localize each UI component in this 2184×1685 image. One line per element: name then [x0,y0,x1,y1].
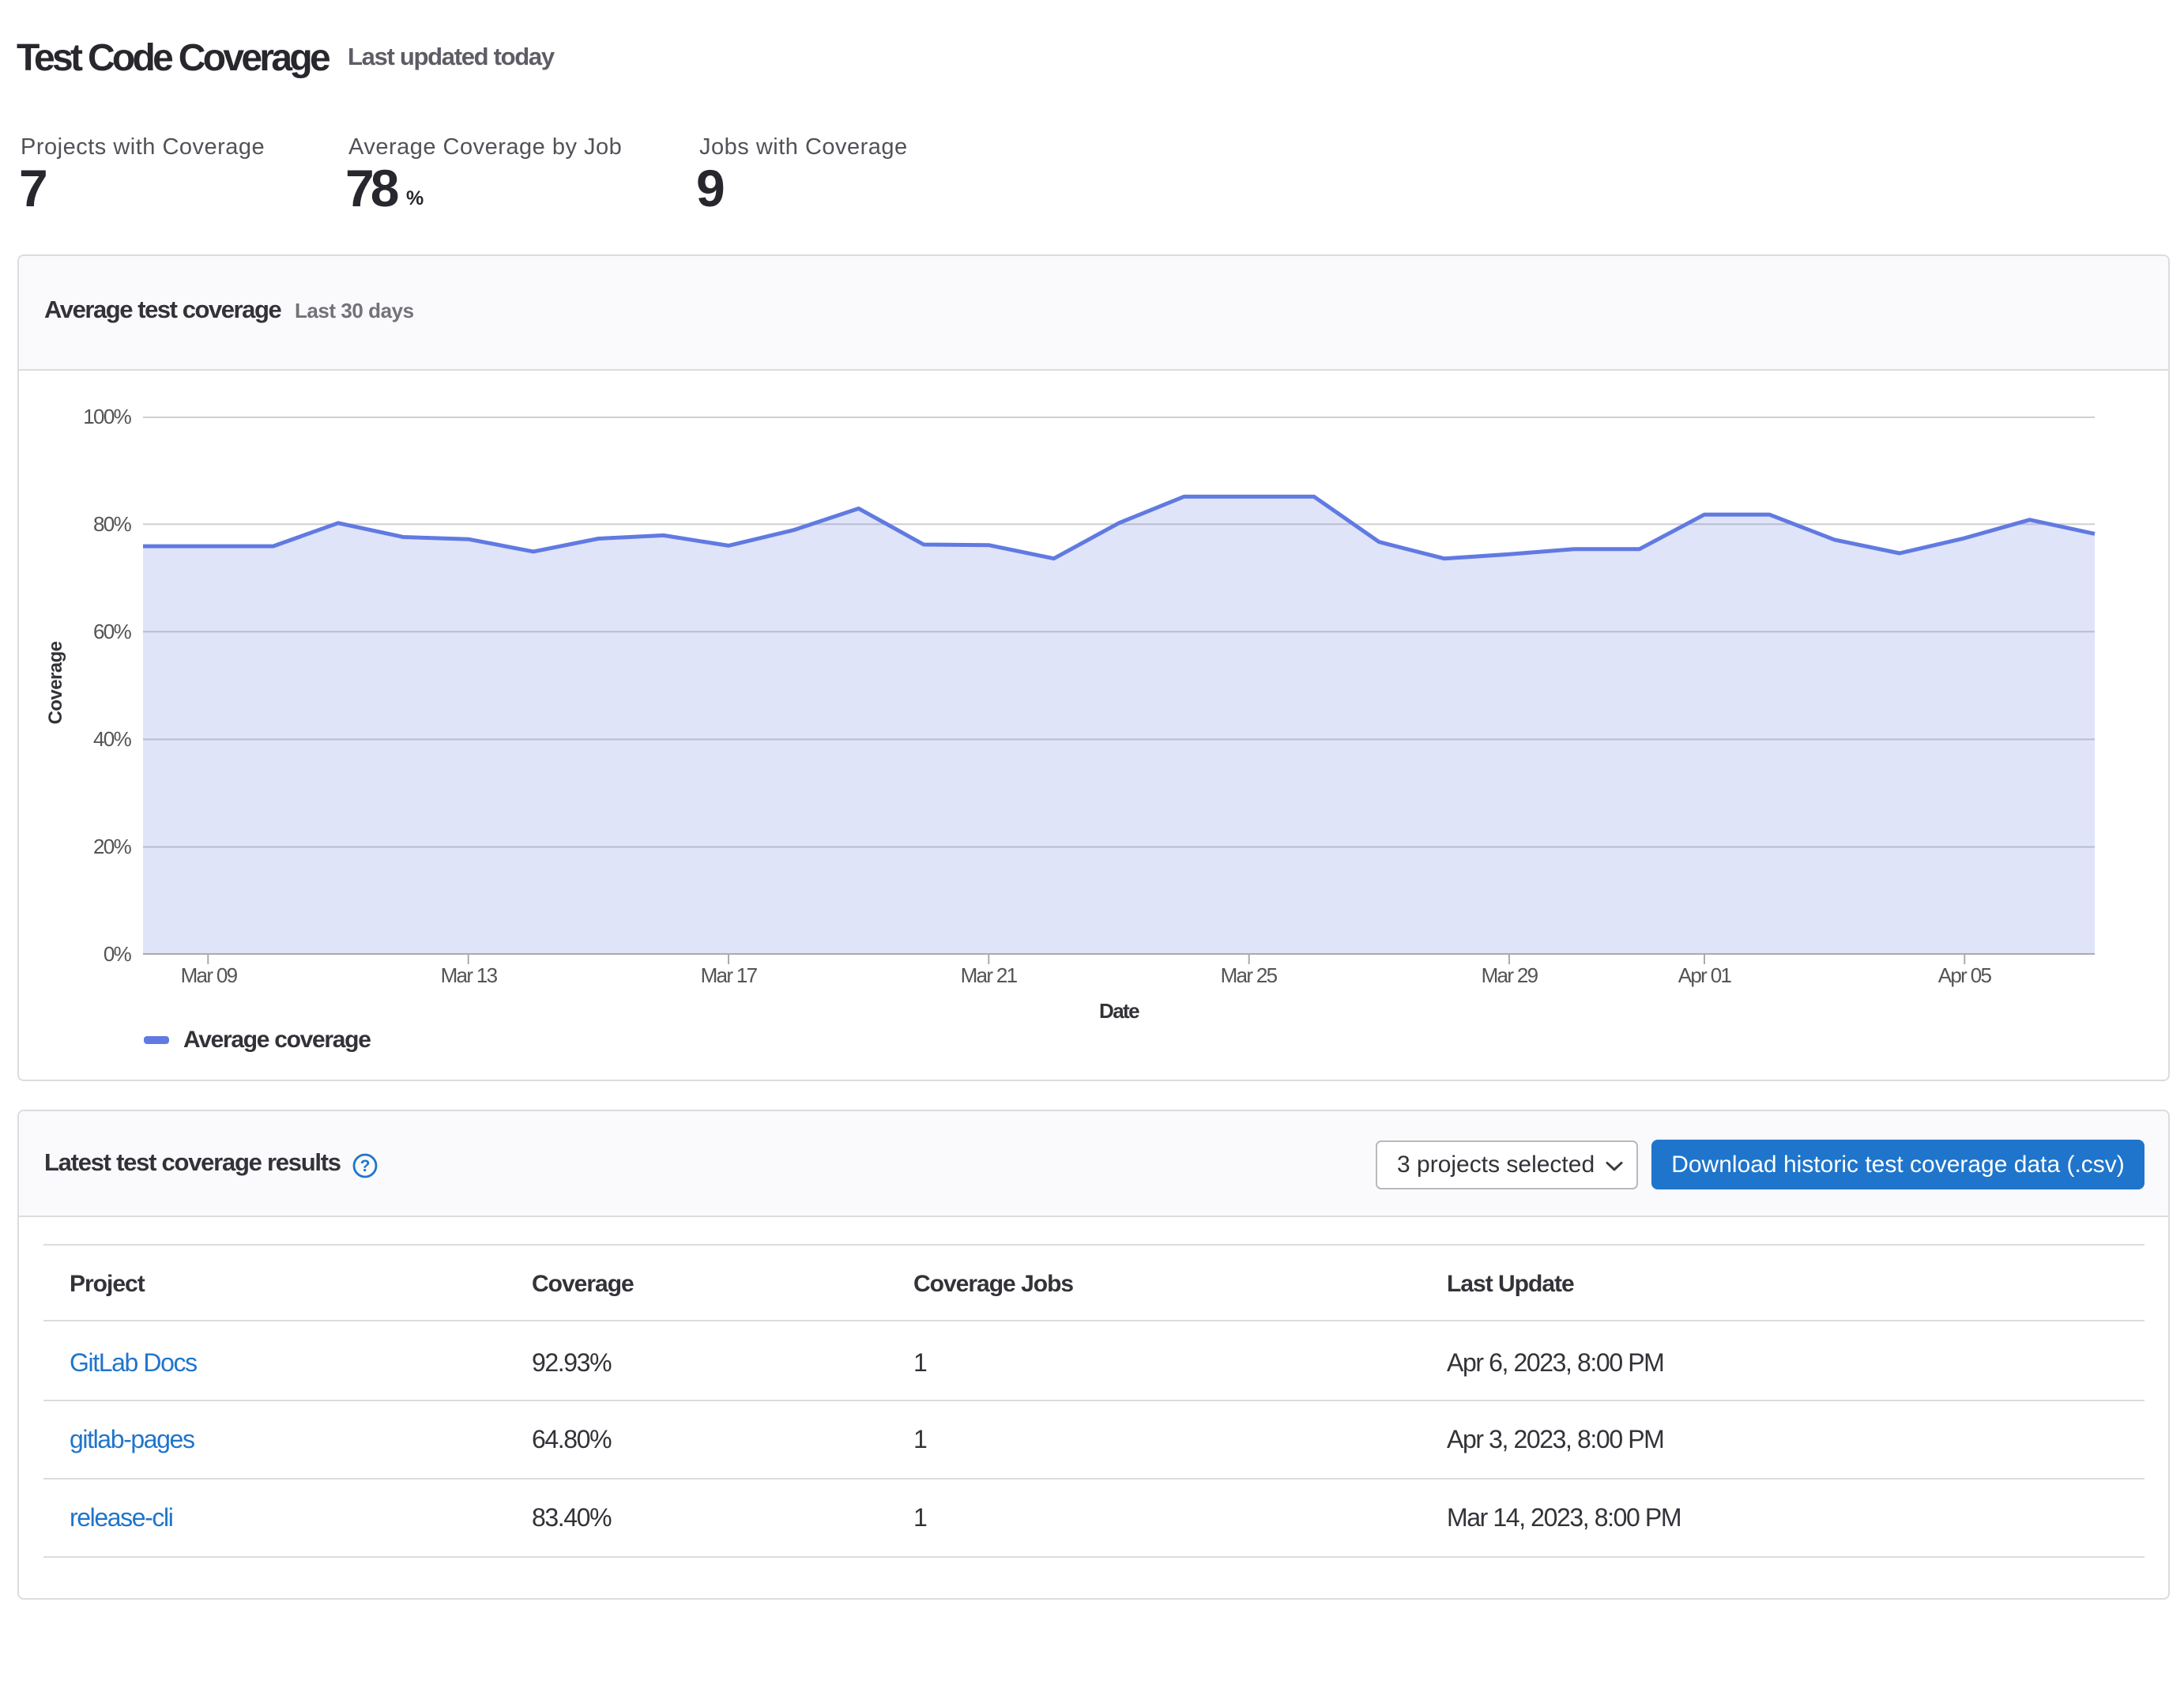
svg-text:?: ? [360,1157,371,1175]
